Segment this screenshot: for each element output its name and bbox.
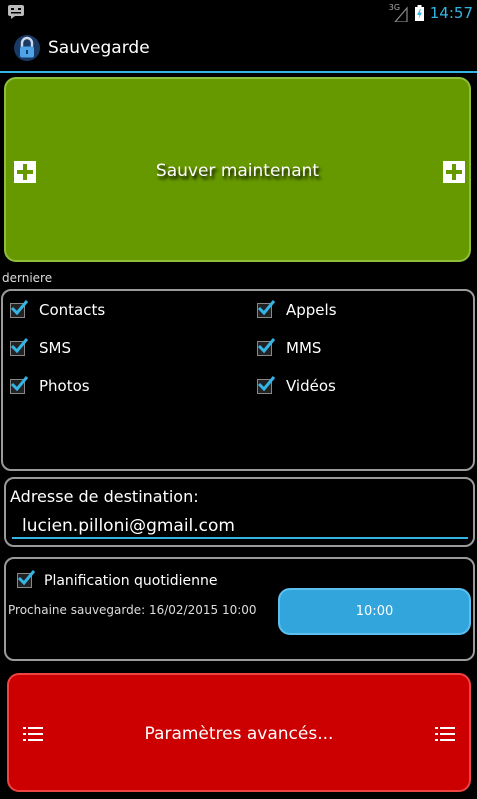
plus-icon <box>443 161 465 183</box>
checkbox-label: SMS <box>39 339 71 357</box>
checkbox-label: MMS <box>286 339 322 357</box>
checkbox-icon <box>10 337 28 356</box>
next-backup-label: Prochaine sauvegarde: 16/02/2015 10:00 <box>8 603 257 617</box>
checkbox-label: Photos <box>39 377 90 395</box>
list-icon <box>435 727 455 741</box>
time-button[interactable]: 10:00 <box>278 588 471 635</box>
checkbox-sms[interactable]: SMS <box>10 337 71 357</box>
checkbox-icon <box>10 375 28 394</box>
save-now-button[interactable]: Sauver maintenant <box>4 77 471 262</box>
daily-schedule-label: Planification quotidienne <box>44 573 218 589</box>
save-now-label: Sauver maintenant <box>155 161 320 181</box>
checkbox-photos[interactable]: Photos <box>10 375 90 395</box>
action-bar: Sauvegarde <box>0 25 477 71</box>
schedule-panel: Planification quotidienne Prochaine sauv… <box>4 557 475 661</box>
lock-icon <box>14 35 40 61</box>
status-bar: 3G 14:57 <box>0 0 477 25</box>
checkbox-daily-schedule[interactable] <box>17 570 35 588</box>
status-clock: 14:57 <box>429 4 473 22</box>
checkbox-label: Vidéos <box>286 377 336 395</box>
checkbox-icon <box>257 299 275 318</box>
destination-title: Adresse de destination: <box>10 487 199 506</box>
advanced-settings-label: Paramètres avancés... <box>144 724 334 744</box>
checkbox-icon <box>17 570 35 588</box>
checkbox-icon <box>257 375 275 394</box>
page-title: Sauvegarde <box>48 38 150 58</box>
checkbox-contacts[interactable]: Contacts <box>10 299 106 319</box>
signal-icon: 3G <box>389 3 409 22</box>
destination-panel: Adresse de destination: <box>4 477 475 547</box>
email-field[interactable] <box>12 515 468 539</box>
action-bar-divider <box>0 71 477 73</box>
checkbox-mms[interactable]: MMS <box>257 337 322 357</box>
checkbox-icon <box>257 337 275 356</box>
battery-icon <box>414 5 424 21</box>
checkbox-videos[interactable]: Vidéos <box>257 375 336 395</box>
last-backup-label: derniere <box>2 271 53 285</box>
checkbox-label: Contacts <box>39 301 106 319</box>
checkbox-icon <box>10 299 28 318</box>
checkbox-appels[interactable]: Appels <box>257 299 337 319</box>
advanced-settings-button[interactable]: Paramètres avancés... <box>7 673 471 792</box>
notification-icon <box>8 5 24 19</box>
data-types-panel: Contacts Appels SMS MMS Photos Vidéos <box>1 289 475 471</box>
checkbox-label: Appels <box>286 301 337 319</box>
